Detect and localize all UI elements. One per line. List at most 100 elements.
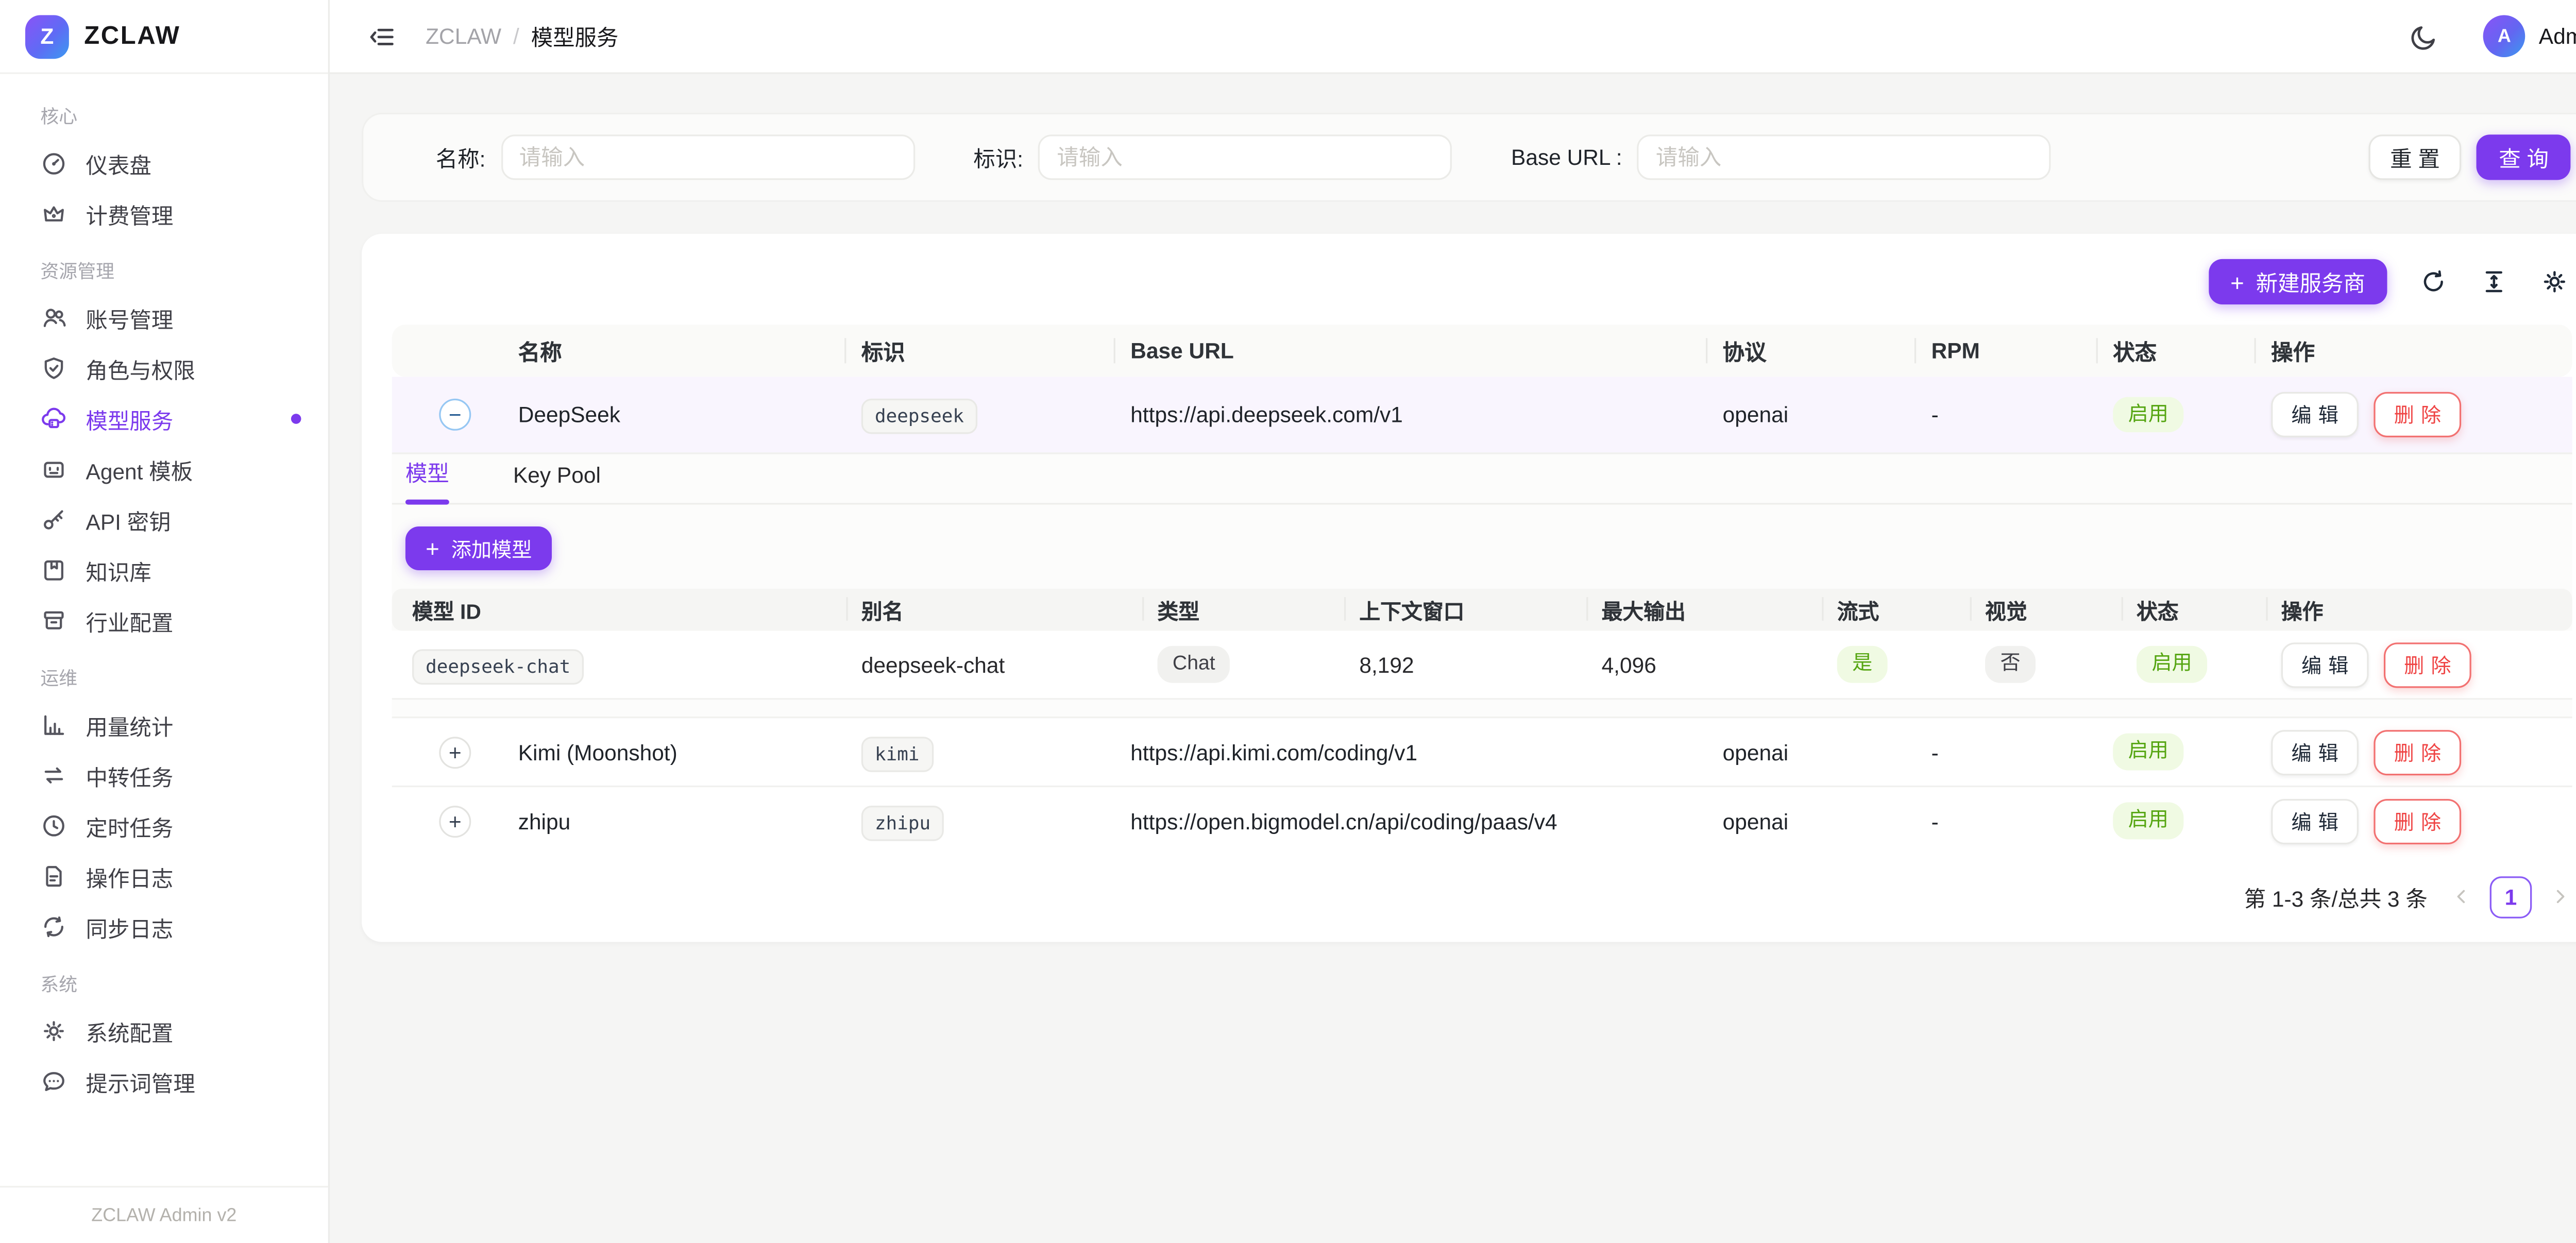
breadcrumb-separator: / — [513, 24, 519, 49]
sidebar-item-label: 知识库 — [86, 554, 151, 586]
sidebar-item-label: 操作日志 — [86, 860, 174, 892]
add-model-button[interactable]: + 添加模型 — [405, 526, 552, 570]
col-alias: 别名 — [861, 589, 1158, 631]
gear-icon — [40, 1018, 67, 1045]
edit-button[interactable]: 编辑 — [2271, 798, 2359, 843]
sync-icon — [40, 913, 67, 940]
expand-row-button[interactable]: + — [439, 736, 471, 768]
providers-card: + 新建服务商 名称 标识 — [362, 234, 2576, 942]
sidebar-item-label: API 密钥 — [86, 504, 171, 536]
slug-filter-input[interactable] — [1039, 134, 1452, 180]
model-id-tag: deepseek-chat — [412, 649, 584, 684]
expand-row-button[interactable]: + — [439, 805, 471, 837]
model-context-window: 8,192 — [1359, 652, 1601, 677]
status-badge: 启用 — [2113, 397, 2183, 432]
user-menu[interactable]: A Admin — [2483, 15, 2576, 57]
sidebar-item-label: 用量统计 — [86, 709, 174, 741]
sidebar-item-billing[interactable]: 计费管理 — [0, 189, 328, 239]
column-settings-icon[interactable] — [2540, 267, 2569, 296]
col-protocol: 协议 — [1723, 325, 1931, 377]
key-icon — [40, 506, 67, 533]
edit-button[interactable]: 编辑 — [2271, 729, 2359, 775]
logo-letter: Z — [40, 24, 54, 49]
app: Z ZCLAW 核心 仪表盘 计费管理 资源管理 账号管理 角色与权限 — [0, 0, 2576, 1243]
sidebar-item-usage-stats[interactable]: 用量统计 — [0, 700, 328, 750]
sidebar-item-api-keys[interactable]: API 密钥 — [0, 495, 328, 545]
provider-base-url: https://open.bigmodel.cn/api/coding/paas… — [1130, 808, 1722, 833]
sidebar-item-model-services[interactable]: 模型服务 — [0, 394, 328, 444]
agent-icon — [40, 456, 67, 483]
refresh-icon[interactable] — [2419, 267, 2448, 296]
slug-filter-label: 标识: — [973, 141, 1023, 173]
col-stream: 流式 — [1837, 589, 1985, 631]
sidebar-item-prompt-management[interactable]: 提示词管理 — [0, 1057, 328, 1107]
reset-button[interactable]: 重 置 — [2368, 134, 2462, 180]
logo-row[interactable]: Z ZCLAW — [0, 0, 328, 74]
sidebar-item-sync-logs[interactable]: 同步日志 — [0, 901, 328, 952]
provider-name: zhipu — [518, 808, 861, 833]
sidebar-item-label: 仪表盘 — [86, 147, 151, 179]
next-page-icon[interactable] — [2549, 885, 2572, 909]
sidebar-item-operation-logs[interactable]: 操作日志 — [0, 851, 328, 901]
sidebar: Z ZCLAW 核心 仪表盘 计费管理 资源管理 账号管理 角色与权限 — [0, 0, 330, 1243]
provider-name: DeepSeek — [518, 402, 861, 427]
edit-button[interactable]: 编辑 — [2281, 642, 2369, 687]
prev-page-icon[interactable] — [2449, 885, 2473, 909]
collapse-sidebar-icon[interactable] — [367, 21, 397, 52]
sidebar-section-system: 系统 — [0, 952, 328, 1006]
model-type-badge: Chat — [1158, 646, 1231, 682]
sidebar-item-industry-config[interactable]: 行业配置 — [0, 595, 328, 646]
sidebar-footer: ZCLAW Admin v2 — [0, 1186, 328, 1243]
collapse-row-button[interactable]: − — [439, 399, 471, 431]
sidebar-item-relay-tasks[interactable]: 中转任务 — [0, 750, 328, 801]
provider-rpm: - — [1931, 739, 2113, 764]
sidebar-item-system-config[interactable]: 系统配置 — [0, 1006, 328, 1057]
col-status: 状态 — [2113, 325, 2271, 377]
sidebar-item-label: 行业配置 — [86, 605, 174, 637]
sidebar-item-dashboard[interactable]: 仪表盘 — [0, 138, 328, 189]
col-name: 名称 — [518, 325, 861, 377]
status-badge: 启用 — [2113, 803, 2183, 839]
col-actions: 操作 — [2271, 325, 2572, 377]
delete-button[interactable]: 删除 — [2374, 392, 2461, 437]
app-stage: Z ZCLAW 核心 仪表盘 计费管理 资源管理 账号管理 角色与权限 — [0, 0, 2576, 1243]
user-name: Admin — [2539, 24, 2576, 49]
name-filter-input[interactable] — [501, 134, 914, 180]
new-provider-label: 新建服务商 — [2256, 266, 2365, 298]
sidebar-item-label: 角色与权限 — [86, 352, 195, 384]
edit-button[interactable]: 编辑 — [2271, 392, 2359, 437]
expand-column-header — [392, 325, 518, 377]
sidebar-item-roles[interactable]: 角色与权限 — [0, 343, 328, 394]
provider-row-deepseek: − DeepSeek deepseek https://api.deepseek… — [392, 377, 2572, 452]
delete-button[interactable]: 删除 — [2384, 642, 2471, 687]
sidebar-item-scheduled-tasks[interactable]: 定时任务 — [0, 801, 328, 851]
avatar-letter: A — [2498, 26, 2511, 46]
breadcrumb-current: 模型服务 — [531, 20, 619, 52]
sidebar-item-agent-templates[interactable]: Agent 模板 — [0, 444, 328, 495]
sidebar-item-label: 计费管理 — [86, 198, 174, 230]
sidebar-item-knowledge-base[interactable]: 知识库 — [0, 545, 328, 595]
avatar: A — [2483, 15, 2526, 57]
density-icon[interactable] — [2480, 267, 2509, 296]
sidebar-item-label: 系统配置 — [86, 1015, 174, 1047]
sidebar-item-accounts[interactable]: 账号管理 — [0, 293, 328, 343]
model-alias: deepseek-chat — [861, 652, 1158, 677]
delete-button[interactable]: 删除 — [2374, 798, 2461, 843]
breadcrumb-root[interactable]: ZCLAW — [426, 24, 501, 49]
status-badge: 启用 — [2113, 734, 2183, 770]
shield-icon — [40, 355, 67, 382]
page-1-button[interactable]: 1 — [2490, 876, 2532, 918]
col-model-status: 状态 — [2137, 589, 2281, 631]
dark-mode-toggle-icon[interactable] — [2409, 21, 2439, 52]
model-max-output: 4,096 — [1602, 652, 1837, 677]
filter-base-url: Base URL : — [1511, 134, 2051, 180]
delete-button[interactable]: 删除 — [2374, 729, 2461, 775]
bar-chart-icon — [40, 711, 67, 738]
tab-key-pool[interactable]: Key Pool — [513, 463, 601, 503]
swap-icon — [40, 762, 67, 789]
search-button[interactable]: 查 询 — [2477, 134, 2571, 180]
new-provider-button[interactable]: + 新建服务商 — [2209, 259, 2387, 304]
base-url-filter-input[interactable] — [1637, 134, 2051, 180]
sidebar-nav: 核心 仪表盘 计费管理 资源管理 账号管理 角色与权限 模型服务 — [0, 74, 328, 1186]
tab-models[interactable]: 模型 — [405, 456, 449, 503]
